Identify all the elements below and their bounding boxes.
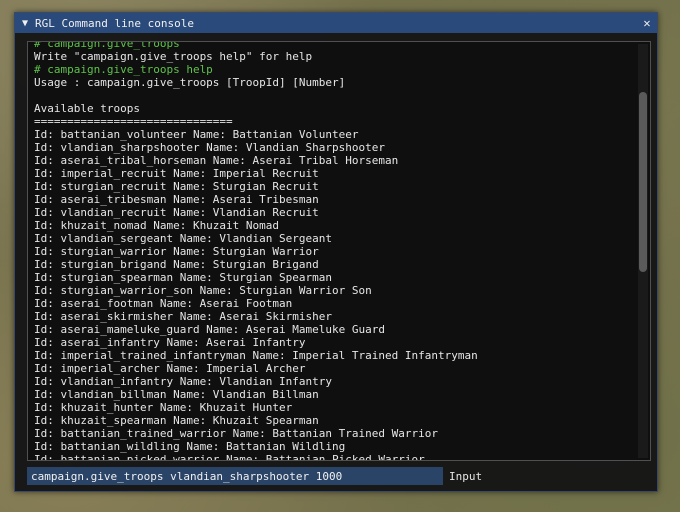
log-output-line: Id: sturgian_recruit Name: Sturgian Recr… xyxy=(34,180,319,193)
log-output-line xyxy=(34,89,636,102)
window-title: RGL Command line console xyxy=(35,16,194,30)
vertical-scrollbar[interactable] xyxy=(638,44,648,458)
log-output-line: Id: sturgian_warrior Name: Sturgian Warr… xyxy=(34,245,319,258)
log-output-line: Id: battanian_trained_warrior Name: Batt… xyxy=(34,427,438,440)
log-output-line: Id: battanian_picked_warrior Name: Batta… xyxy=(34,453,425,461)
log-output-line: Id: vlandian_infantry Name: Vlandian Inf… xyxy=(34,375,333,388)
command-input-row: Input xyxy=(27,467,645,485)
log-output-line: Id: battanian_wildling Name: Battanian W… xyxy=(34,440,346,453)
scrollbar-thumb[interactable] xyxy=(639,92,647,272)
command-input[interactable] xyxy=(27,467,443,485)
title-bar[interactable]: ▼ RGL Command line console ✕ xyxy=(15,13,657,33)
log-output-line: Id: sturgian_brigand Name: Sturgian Brig… xyxy=(34,258,319,271)
log-output-line: Id: vlandian_sharpshooter Name: Vlandian… xyxy=(34,141,385,154)
log-lines: # campaign.give_troops Write "campaign.gi… xyxy=(34,41,636,461)
log-output-line: Id: aserai_footman Name: Aserai Footman xyxy=(34,297,293,310)
log-output-line: Id: vlandian_sergeant Name: Vlandian Ser… xyxy=(34,232,333,245)
log-output-line: Id: imperial_archer Name: Imperial Arche… xyxy=(34,362,306,375)
log-output-line: Id: battanian_volunteer Name: Battanian … xyxy=(34,128,359,141)
log-output-line: Id: aserai_skirmisher Name: Aserai Skirm… xyxy=(34,310,333,323)
log-output-line: Id: aserai_tribal_horseman Name: Aserai … xyxy=(34,154,399,167)
log-output-line: Id: aserai_infantry Name: Aserai Infantr… xyxy=(34,336,306,349)
log-output-line: Id: imperial_recruit Name: Imperial Recr… xyxy=(34,167,319,180)
log-output-line: Id: vlandian_recruit Name: Vlandian Recr… xyxy=(34,206,319,219)
console-window: ▼ RGL Command line console ✕ # campaign.… xyxy=(14,12,658,492)
log-output-line: Usage : campaign.give_troops [TroopId] [… xyxy=(34,76,346,89)
log-output-line: Id: khuzait_hunter Name: Khuzait Hunter xyxy=(34,401,293,414)
log-command-line: # campaign.give_troops help xyxy=(34,63,213,76)
log-command-line: # campaign.give_troops xyxy=(34,41,180,50)
log-output-line: Id: imperial_trained_infantryman Name: I… xyxy=(34,349,478,362)
close-icon[interactable]: ✕ xyxy=(637,16,657,30)
log-output-line: ============================== xyxy=(34,115,233,128)
log-output-line: Id: aserai_mameluke_guard Name: Aserai M… xyxy=(34,323,385,336)
input-label: Input xyxy=(449,469,483,483)
log-output-line: Id: vlandian_billman Name: Vlandian Bill… xyxy=(34,388,319,401)
log-output-line: Id: khuzait_spearman Name: Khuzait Spear… xyxy=(34,414,319,427)
log-output-line: Id: khuzait_nomad Name: Khuzait Nomad xyxy=(34,219,280,232)
collapse-arrow-icon[interactable]: ▼ xyxy=(15,18,35,29)
log-output-line: Available troops xyxy=(34,102,140,115)
log-output-line: Id: aserai_tribesman Name: Aserai Tribes… xyxy=(34,193,319,206)
log-output-line: Id: sturgian_warrior_son Name: Sturgian … xyxy=(34,284,372,297)
log-output-line: Id: sturgian_spearman Name: Sturgian Spe… xyxy=(34,271,333,284)
console-output[interactable]: # campaign.give_troops Write "campaign.gi… xyxy=(27,41,651,461)
log-output-line: Write "campaign.give_troops help" for he… xyxy=(34,50,313,63)
